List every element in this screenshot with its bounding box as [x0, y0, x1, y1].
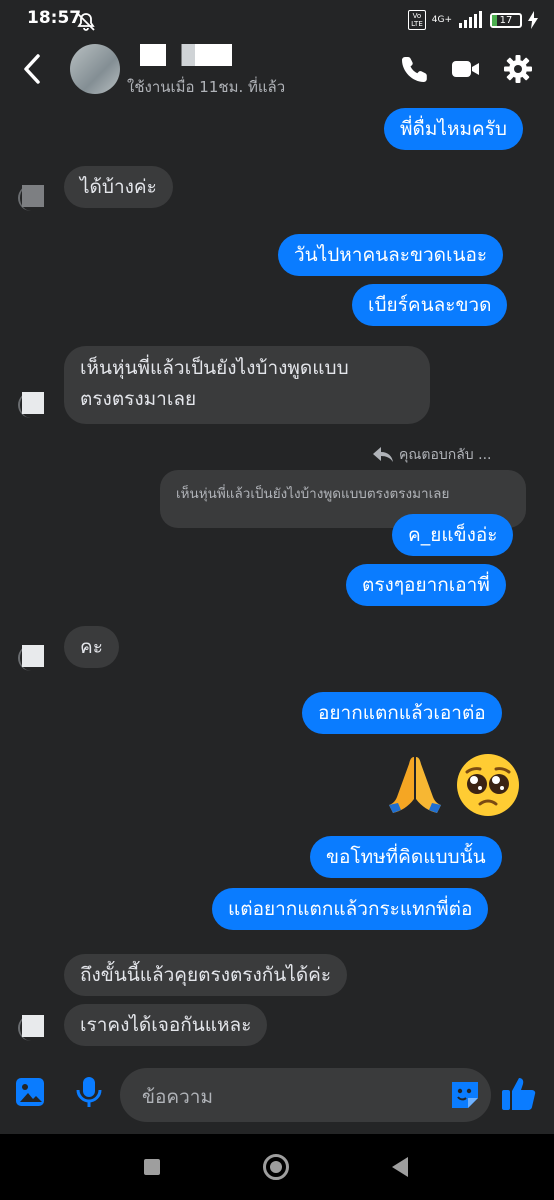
last-seen-status: ใช้งานเมื่อ 11ชม. ที่แล้ว: [127, 78, 286, 96]
signal-icon: [459, 11, 482, 28]
contact-small-avatar: [18, 645, 44, 671]
battery-icon: 17: [490, 12, 522, 28]
status-time: 18:57: [27, 8, 82, 28]
status-icons: Vo LTE 4G+ 17: [408, 10, 538, 30]
contact-small-avatar: [18, 392, 44, 418]
reply-indicator: คุณตอบกลับ ...: [373, 444, 491, 466]
system-back-button[interactable]: [392, 1157, 408, 1177]
contact-small-avatar: [18, 185, 44, 211]
message-bubble-received[interactable]: คะ: [64, 626, 119, 668]
volte-indicator: Vo LTE: [408, 10, 426, 30]
emoji-message[interactable]: [385, 752, 521, 818]
gear-icon[interactable]: [503, 54, 533, 84]
thumbs-up-icon[interactable]: [500, 1074, 538, 1112]
message-text-line: เห็นหุ่นพี่แล้วเป็นยังไงบ้างพูดแบบ: [80, 357, 349, 379]
network-type: 4G+: [431, 15, 452, 25]
reply-label: คุณตอบกลับ ...: [399, 447, 492, 463]
sticker-icon[interactable]: [448, 1078, 482, 1112]
battery-level: 17: [499, 14, 513, 26]
contact-small-avatar: [18, 1015, 44, 1041]
message-bubble-sent[interactable]: เบียร์คนละขวด: [352, 284, 508, 326]
microphone-icon[interactable]: [73, 1075, 105, 1109]
message-bubble-sent[interactable]: วันไปหาคนละขวดเนอะ: [278, 234, 504, 276]
contact-name-redacted[interactable]: [140, 44, 232, 66]
home-button[interactable]: [263, 1154, 289, 1180]
back-arrow-icon[interactable]: [18, 52, 48, 86]
message-bubble-sent[interactable]: อยากแตกแล้วเอาต่อ: [302, 692, 502, 734]
gallery-icon[interactable]: [14, 1075, 46, 1109]
video-icon[interactable]: [451, 54, 481, 84]
recent-apps-button[interactable]: [144, 1159, 160, 1175]
message-bubble-sent[interactable]: พี่ดื่มไหมครับ: [384, 108, 523, 150]
message-bubble-sent[interactable]: ขอโทษที่คิดแบบนั้น: [310, 836, 502, 878]
message-bubble-received[interactable]: ได้บ้างค่ะ: [64, 166, 173, 208]
message-bubble-received[interactable]: เห็นหุ่นพี่แล้วเป็นยังไงบ้างพูดแบบ ตรงตร…: [64, 346, 430, 424]
message-bubble-sent[interactable]: ค_ยแข็งอ่ะ: [392, 514, 514, 556]
message-bubble-sent[interactable]: แต่อยากแตกแล้วกระแทกพี่ต่อ: [212, 888, 489, 930]
message-text-line: ตรงตรงมาเลย: [80, 388, 197, 410]
message-bubble-received[interactable]: เราคงได้เจอกันแหละ: [64, 1004, 268, 1046]
message-input-placeholder: ข้อความ: [142, 1086, 213, 1108]
pleading-face-emoji: [457, 754, 519, 816]
phone-icon[interactable]: [400, 54, 430, 84]
folded-hands-emoji: [389, 757, 441, 813]
reply-arrow-icon: [373, 447, 393, 462]
message-bubble-received[interactable]: ถึงขั้นนี้แล้วคุยตรงตรงกันได้ค่ะ: [64, 954, 348, 996]
message-bubble-sent[interactable]: ตรงๆอยากเอาพี่: [346, 564, 506, 606]
charging-icon: [528, 11, 538, 29]
contact-avatar[interactable]: [70, 44, 120, 94]
notification-muted-icon: [77, 13, 95, 31]
